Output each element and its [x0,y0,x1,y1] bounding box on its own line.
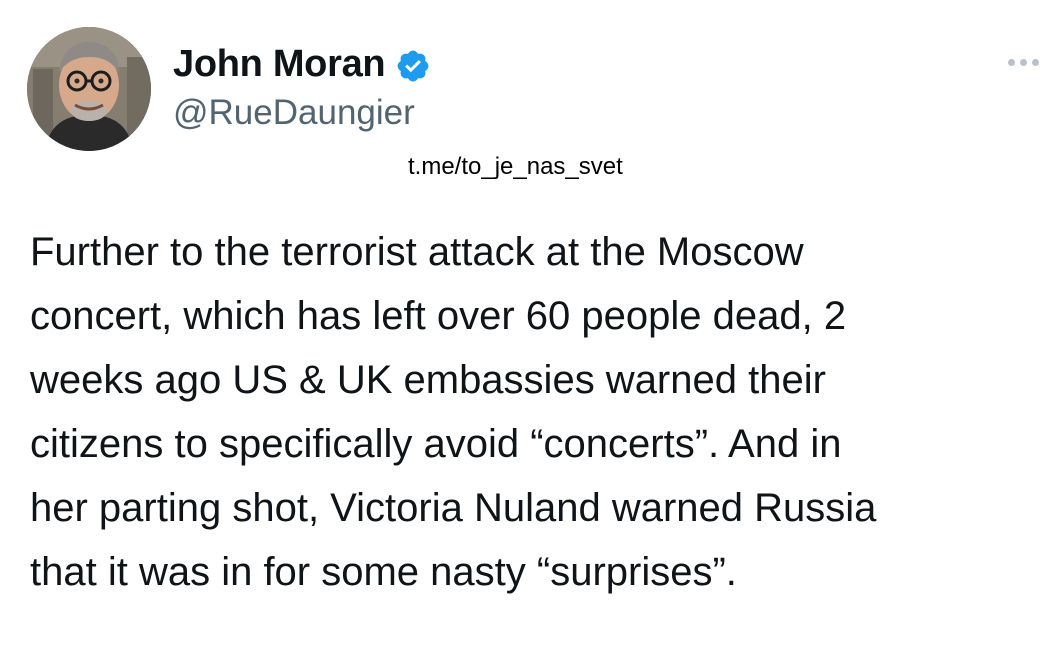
more-options-icon [1007,58,1015,66]
more-options-button[interactable] [1003,48,1043,76]
author-display-name[interactable]: John Moran [173,40,386,88]
tweet-card: John Moran @RueDaungier t.me/to_je_nas_s… [0,0,1063,645]
watermark-text: t.me/to_je_nas_svet [408,153,623,180]
avatar-photo [27,27,151,151]
verified-badge-icon [395,48,431,84]
author-handle[interactable]: @RueDaungier [173,90,415,136]
tweet-text-line: citizens to specifically avoid “concerts… [30,422,842,466]
tweet-text-line: her parting shot, Victoria Nuland warned… [30,486,877,530]
tweet-text-line: that it was in for some nasty “surprises… [30,550,737,594]
more-options-icon-dot [1019,58,1027,66]
tweet-text: Further to the terrorist attack at the M… [30,220,1040,604]
tweet-text-line: weeks ago US & UK embassies warned their [30,358,826,402]
author-name-row: John Moran [173,40,431,88]
tweet-text-line: Further to the terrorist attack at the M… [30,230,804,274]
avatar[interactable] [27,27,151,151]
more-options-icon-dot [1031,58,1039,66]
tweet-text-line: concert, which has left over 60 people d… [30,294,847,338]
